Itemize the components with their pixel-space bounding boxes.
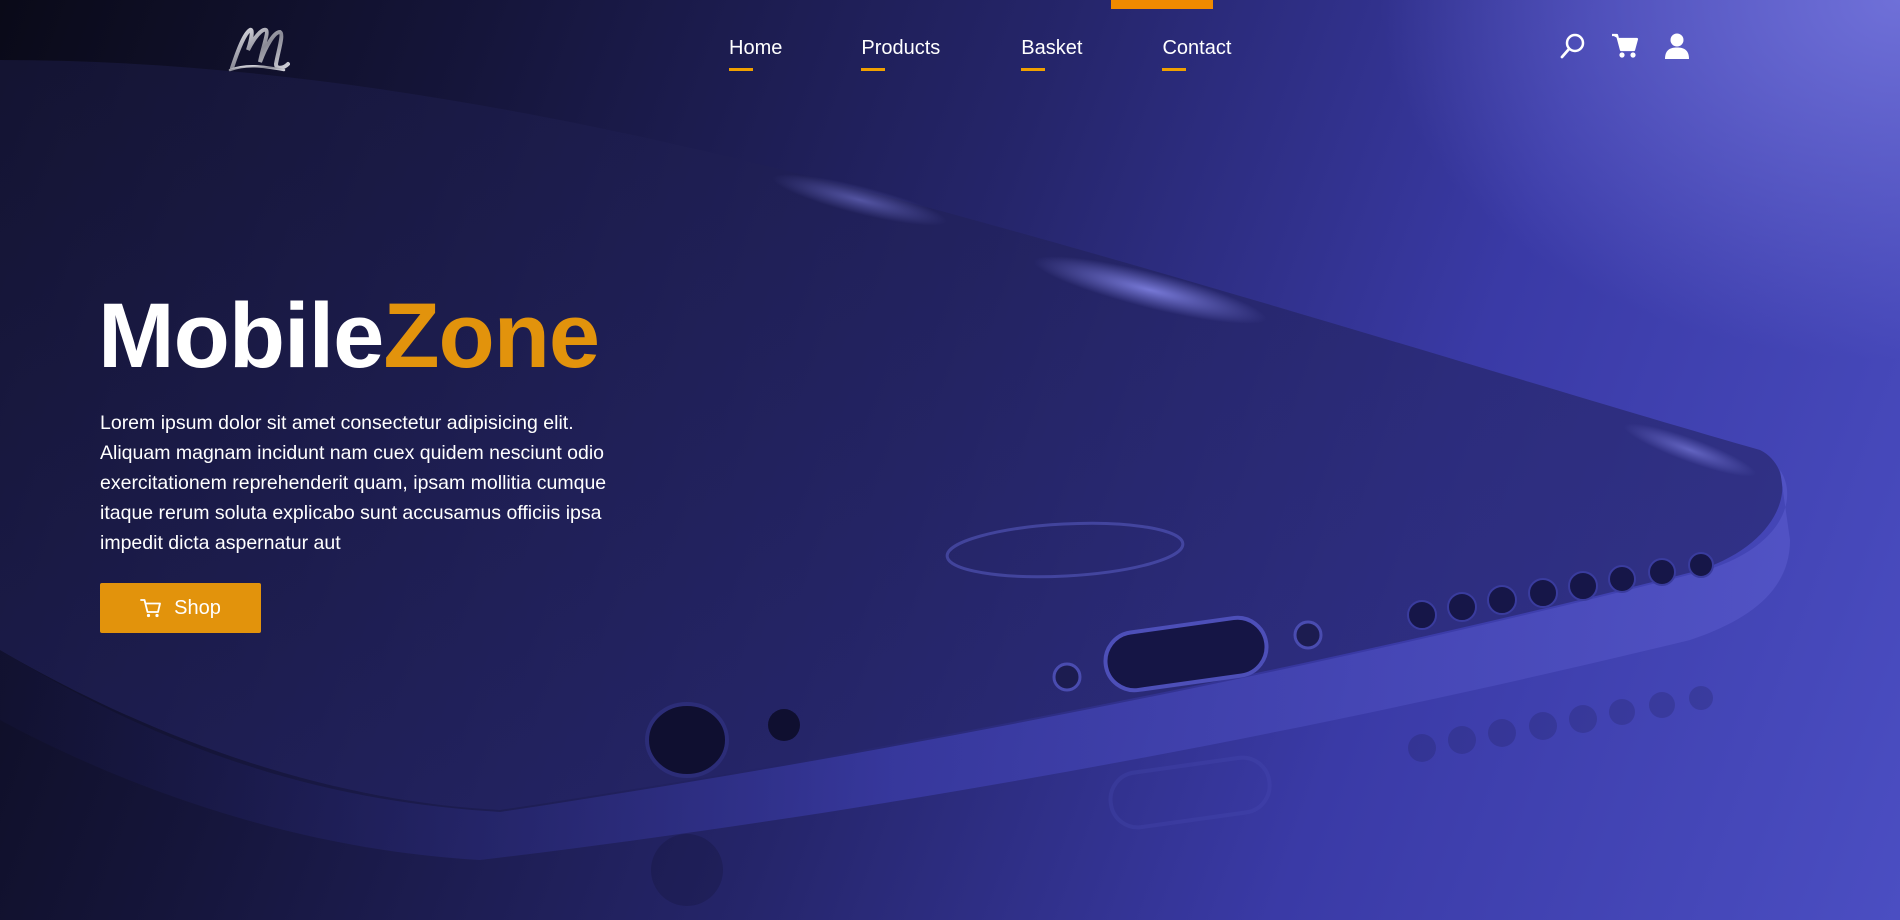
nav-basket-link[interactable]: Basket [1021, 36, 1082, 71]
hero-description: Lorem ipsum dolor sit amet consectetur a… [100, 412, 607, 554]
script-m-logo-icon[interactable] [226, 20, 290, 76]
header-icons [1559, 32, 1691, 60]
top-navigation-bar: Home Products Basket Contact [0, 0, 1900, 90]
nav-home-link[interactable]: Home [729, 36, 782, 71]
user-icon[interactable] [1663, 32, 1691, 60]
hero-section: Home Products Basket Contact MobileZone … [0, 0, 1900, 920]
search-icon[interactable] [1559, 32, 1587, 60]
nav-contact-link[interactable]: Contact [1162, 36, 1231, 71]
cart-outline-icon [140, 599, 162, 618]
shop-button-label: Shop [174, 596, 221, 619]
main-nav: Home Products Basket Contact [729, 36, 1231, 71]
title-word-mobile: Mobile [98, 285, 384, 387]
active-nav-indicator [1111, 0, 1213, 9]
nav-products-link[interactable]: Products [861, 36, 940, 71]
page-title: MobileZone [98, 285, 600, 387]
title-word-zone: Zone [383, 285, 600, 387]
cart-icon[interactable] [1611, 32, 1639, 60]
shop-button[interactable]: Shop [100, 583, 261, 633]
